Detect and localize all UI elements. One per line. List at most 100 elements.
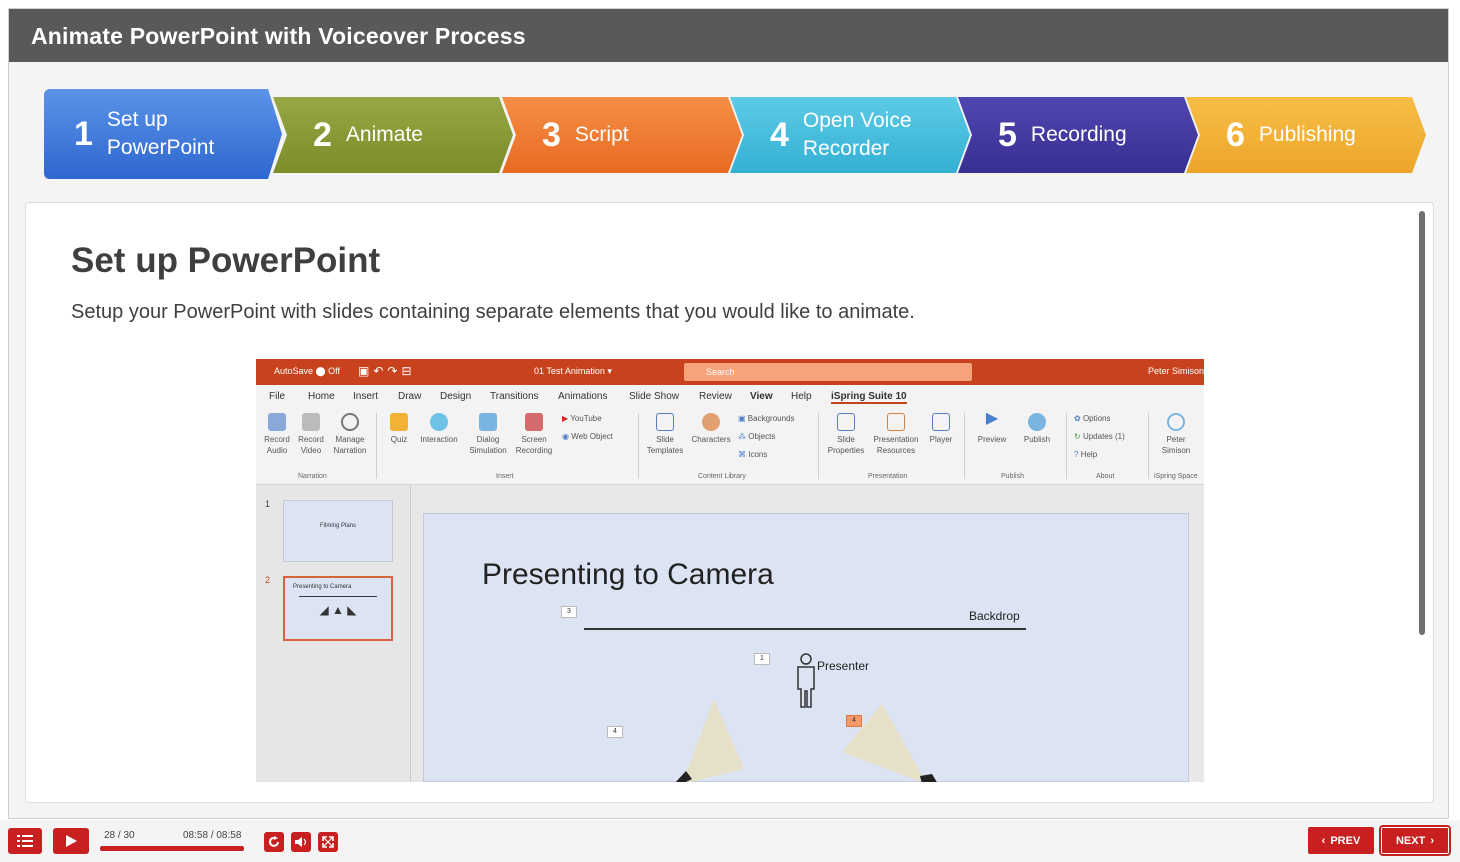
- replay-button[interactable]: [264, 832, 284, 852]
- menu-button[interactable]: [8, 828, 42, 854]
- ppt-slide-canvas: Presenting to Camera 3 Backdrop 1 Presen…: [423, 513, 1189, 782]
- record-audio-item: Record Audio: [262, 413, 292, 456]
- ppt-tab: Transitions: [490, 391, 539, 402]
- slide-templates-item: Slide Templates: [642, 413, 688, 456]
- step-4-open-voice-recorder[interactable]: 4 Open Voice Recorder: [730, 97, 970, 173]
- play-icon: [66, 835, 77, 847]
- quiz-item: Quiz: [386, 413, 412, 445]
- page-description: Setup your PowerPoint with slides contai…: [71, 301, 915, 323]
- slide-thumbnail-2: Presenting to Camera ◢ ▲ ◣: [283, 576, 393, 641]
- progress-bar[interactable]: [100, 846, 244, 851]
- step-5-recording[interactable]: 5 Recording: [958, 97, 1198, 173]
- step-label: Publishing: [1258, 123, 1356, 146]
- left-light-cone: [675, 699, 744, 782]
- ppt-tab: File: [269, 391, 286, 402]
- page-heading: Set up PowerPoint: [71, 241, 381, 280]
- ppt-tab: Design: [440, 391, 472, 402]
- options-item: ✿ Options: [1074, 414, 1111, 423]
- step-number: 6: [1226, 115, 1245, 154]
- ppt-search: Search: [684, 363, 972, 381]
- play-button[interactable]: [53, 828, 89, 854]
- progress-fill: [100, 846, 244, 851]
- replay-icon: [269, 836, 279, 847]
- chevron-left-icon: ‹: [1321, 834, 1326, 847]
- step-number: 1: [74, 114, 93, 153]
- step-label: Script: [574, 123, 629, 146]
- presenter-figure: [797, 653, 815, 708]
- player-item: Player: [924, 413, 958, 445]
- next-button[interactable]: NEXT ›: [1381, 827, 1449, 854]
- content-panel: Set up PowerPoint Setup your PowerPoint …: [25, 202, 1434, 803]
- peter-simison-item: Peter Simison: [1152, 413, 1200, 456]
- chevron-right-icon: ›: [1430, 834, 1434, 847]
- course-title: Animate PowerPoint with Voiceover Proces…: [9, 9, 1448, 62]
- step-label: Set up PowerPoint: [106, 108, 215, 159]
- step-label: Recording: [1030, 123, 1127, 146]
- list-icon: [17, 835, 33, 847]
- powerpoint-screenshot: AutoSave ⬤ Off ▣↶↷⊟ 01 Test Animation ▾ …: [256, 359, 1204, 782]
- manage-narration-item: Manage Narration: [330, 413, 370, 456]
- preview-item: ▶ Preview: [977, 410, 1007, 445]
- slide-properties-item: Slide Properties: [824, 413, 868, 456]
- ppt-tab: View: [750, 391, 773, 402]
- ppt-tab: Draw: [398, 391, 422, 402]
- ppt-tab: Review: [699, 391, 732, 402]
- step-2-animate[interactable]: 2 Animate: [273, 97, 513, 173]
- ppt-slide-panel: 1 Filming Plans 2 Presenting to Camera ◢ …: [256, 485, 411, 782]
- ppt-search-text: Search: [706, 367, 735, 377]
- screen-recording-item: Screen Recording: [514, 413, 554, 456]
- ppt-tab: Help: [791, 391, 812, 402]
- process-steps: 1 Set up PowerPoint 2 Animate 3 Script 4 …: [44, 89, 1434, 183]
- ppt-tab-active: iSpring Suite 10: [831, 391, 907, 404]
- characters-item: Characters: [688, 413, 734, 445]
- prev-button[interactable]: ‹ PREV: [1308, 827, 1374, 854]
- backdrop-label: Backdrop: [969, 609, 1020, 623]
- step-number: 2: [313, 115, 332, 154]
- updates-item: ↻ Updates (1): [1074, 432, 1125, 441]
- volume-button[interactable]: [291, 832, 311, 852]
- icons-item: ⌘ Icons: [738, 450, 768, 459]
- ppt-ribbon: Record Audio Record Video Manage Narrati…: [256, 407, 1204, 485]
- fullscreen-button[interactable]: [318, 832, 338, 852]
- objects-item: ⁂ Objects: [738, 432, 776, 441]
- right-light-cone: [842, 704, 937, 782]
- autosave-label: AutoSave ⬤ Off: [274, 366, 340, 376]
- slide-thumbnail-1: Filming Plans: [283, 500, 393, 562]
- presentation-resources-item: Presentation Resources: [868, 413, 924, 456]
- ppt-ribbon-tabs: File Home Insert Draw Design Transitions…: [256, 385, 1204, 407]
- scrollbar-thumb[interactable]: [1419, 211, 1425, 635]
- step-6-publishing[interactable]: 6 Publishing: [1186, 97, 1426, 173]
- step-label: Open Voice Recorder: [802, 109, 912, 160]
- app-frame: Animate PowerPoint with Voiceover Proces…: [8, 8, 1449, 819]
- quick-access-icons: ▣↶↷⊟: [358, 364, 416, 378]
- expand-icon: [322, 836, 334, 848]
- backdrop-line: [584, 628, 1026, 630]
- step-number: 5: [998, 115, 1017, 154]
- ppt-filename: 01 Test Animation ▾: [534, 366, 612, 376]
- web-object-item: ◉ Web Object: [562, 432, 613, 441]
- ppt-title-bar: AutoSave ⬤ Off ▣↶↷⊟ 01 Test Animation ▾ …: [256, 359, 1204, 385]
- presenter-label: Presenter: [817, 659, 870, 673]
- ppt-tab: Animations: [558, 391, 608, 402]
- step-number: 3: [542, 115, 561, 154]
- youtube-item: ▶ YouTube: [562, 414, 602, 423]
- help-item: ? Help: [1074, 450, 1098, 459]
- ppt-tab: Home: [308, 391, 335, 402]
- ppt-user: Peter Simison: [1147, 366, 1204, 376]
- backgrounds-item: ▣ Backgrounds: [738, 414, 795, 423]
- step-number: 4: [770, 115, 789, 154]
- dialog-simulation-item: Dialog Simulation: [464, 413, 512, 456]
- slide-counter: 28 / 30: [104, 830, 135, 841]
- volume-icon: [295, 837, 307, 847]
- record-video-item: Record Video: [296, 413, 326, 456]
- step-3-script[interactable]: 3 Script: [502, 97, 742, 173]
- ppt-tab: Slide Show: [629, 391, 680, 402]
- slide-title: Presenting to Camera: [482, 558, 774, 591]
- playback-time: 08:58 / 08:58: [183, 830, 242, 841]
- interaction-item: Interaction: [416, 413, 462, 445]
- player-bar: 28 / 30 08:58 / 08:58 ‹ PREV NEXT ›: [0, 820, 1460, 862]
- step-label: Animate: [345, 123, 423, 146]
- ppt-tab: Insert: [353, 391, 379, 402]
- step-1-setup-powerpoint[interactable]: 1 Set up PowerPoint: [44, 89, 282, 179]
- publish-item: Publish: [1014, 413, 1060, 445]
